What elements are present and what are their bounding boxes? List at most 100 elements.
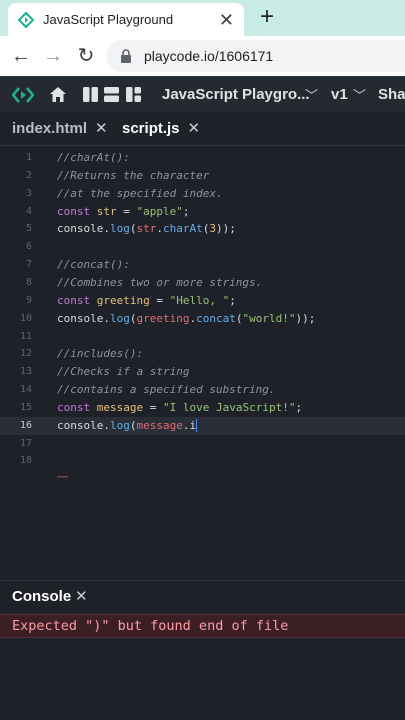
line-number: 7 (25, 259, 32, 271)
line-number: 1 (25, 152, 32, 163)
code-line[interactable]: 9 const greeting = "Hello, "; (0, 292, 405, 310)
code-token: const (57, 293, 97, 307)
code-editor[interactable]: ﹏ 1//charAt(): 2//Returns the character 3/… (0, 146, 405, 580)
code-line[interactable]: 1 //charAt(): (0, 149, 405, 167)
code-token: message (96, 400, 144, 414)
code-text: const str = "apple"; (57, 203, 189, 221)
line-number: 13 (19, 366, 32, 378)
app-header: JavaScript Playgro... ﹀ v1 ﹀ Sha (0, 76, 405, 112)
line-number: 3 (25, 187, 32, 199)
code-token: 3 (209, 222, 216, 236)
layout-columns-icon[interactable] (83, 87, 98, 102)
code-line[interactable]: 12 //includes(): (0, 345, 405, 363)
layout-split-icon[interactable] (126, 87, 141, 102)
code-line[interactable]: 2 //Returns the character (0, 167, 405, 185)
code-token: )); (215, 222, 236, 236)
code-line[interactable]: 7 //concat(): (0, 256, 405, 274)
version-selector[interactable]: v1 (331, 86, 348, 103)
text-cursor (196, 419, 198, 433)
code-token: greeting (96, 293, 150, 307)
code-token: = (149, 293, 170, 307)
code-text: //at the specified index. (57, 185, 223, 203)
playcode-logo-icon[interactable] (12, 85, 34, 105)
browser-tab[interactable]: JavaScript Playground ✕ (8, 3, 244, 36)
forward-arrow-icon[interactable]: → (40, 43, 66, 69)
code-line[interactable]: 13 //Checks if a string (0, 363, 405, 381)
code-token: str (136, 222, 157, 236)
code-text: console.log(message.i (57, 417, 198, 435)
code-token: log (109, 222, 130, 236)
line-number: 2 (25, 169, 32, 181)
address-bar: ← → ↻ playcode.io/1606171 (0, 36, 405, 76)
reload-icon[interactable]: ↻ (73, 43, 99, 69)
file-tabs: index.html ✕ script.js ✕ (0, 112, 405, 146)
browser-tab-strip: JavaScript Playground ✕ + (0, 0, 405, 36)
code-line[interactable]: 6 (0, 238, 405, 256)
code-token: )); (295, 311, 316, 325)
code-line[interactable]: 3 //at the specified index. (0, 185, 405, 203)
code-text: //concat(): (57, 256, 130, 274)
line-number: 9 (25, 294, 32, 306)
line-number: 12 (19, 348, 32, 360)
url-field[interactable]: playcode.io/1606171 (106, 40, 405, 72)
code-line[interactable]: 5 console.log(str.charAt(3)); (0, 220, 405, 238)
new-tab-icon[interactable]: + (256, 4, 278, 30)
code-text: //Checks if a string (57, 363, 189, 381)
code-line[interactable]: 17 (0, 435, 405, 453)
code-text: //Combines two or more strings. (57, 274, 262, 292)
code-token: "world!" (242, 311, 296, 325)
code-line[interactable]: 18 (0, 452, 405, 470)
close-icon[interactable]: ✕ (188, 120, 201, 137)
home-icon[interactable] (49, 86, 67, 103)
code-token: ; (295, 400, 303, 414)
code-line[interactable]: 15 const message = "I love JavaScript!"; (0, 399, 405, 417)
line-number: 18 (19, 455, 32, 467)
code-line[interactable]: 16 console.log(message.i (0, 416, 405, 435)
code-token: ; (229, 293, 236, 307)
layout-rows-icon[interactable] (104, 87, 119, 102)
code-text: const greeting = "Hello, "; (57, 292, 236, 310)
console-title[interactable]: Console (12, 588, 71, 605)
code-text: const message = "I love JavaScript!"; (57, 399, 302, 417)
code-line[interactable]: 4 const str = "apple"; (0, 203, 405, 221)
line-number: 4 (25, 205, 32, 217)
file-tab-script-js[interactable]: script.js ✕ (122, 119, 200, 137)
console-error-message: Expected ")" but found end of file (12, 618, 289, 634)
chevron-down-icon[interactable]: ﹀ (353, 85, 366, 104)
code-token: "I love JavaScript!" (162, 400, 296, 414)
file-tab-index-html[interactable]: index.html ✕ (12, 119, 108, 137)
code-token: console. (57, 418, 110, 432)
file-tab-label: index.html (12, 120, 88, 137)
close-icon[interactable]: ✕ (75, 587, 88, 605)
line-number: 8 (25, 276, 32, 288)
code-text: //charAt(): (57, 149, 130, 167)
code-line[interactable]: 10 console.log(greeting.concat("world!"))… (0, 310, 405, 328)
line-number: 15 (19, 401, 32, 413)
code-token: console. (57, 311, 110, 325)
code-text: //includes(): (57, 345, 143, 363)
code-token: . (156, 222, 163, 236)
code-token: "apple" (136, 204, 183, 218)
console-header: Console ✕ (0, 580, 405, 614)
line-number: 6 (25, 241, 32, 253)
close-icon[interactable]: ✕ (95, 120, 108, 137)
code-token: log (109, 418, 130, 432)
url-text: playcode.io/1606171 (144, 48, 274, 64)
code-token: = (143, 400, 163, 414)
code-line[interactable]: 11 (0, 328, 405, 346)
close-tab-icon[interactable]: ✕ (219, 11, 234, 29)
code-token: //Combines two or more strings. (57, 275, 263, 289)
code-token: log (109, 311, 130, 325)
share-button[interactable]: Sha (378, 86, 405, 103)
code-line[interactable]: 14 //contains a specified substring. (0, 381, 405, 399)
code-line[interactable]: 8 //Combines two or more strings. (0, 274, 405, 292)
line-number: 17 (19, 437, 32, 449)
code-text: //Returns the character (57, 167, 209, 185)
code-token: //at the specified index. (57, 186, 223, 200)
back-arrow-icon[interactable]: ← (8, 43, 34, 69)
project-title[interactable]: JavaScript Playgro... (162, 86, 310, 103)
chevron-down-icon[interactable]: ﹀ (305, 85, 318, 104)
code-token: console. (57, 222, 110, 236)
line-number: 10 (19, 312, 32, 324)
code-token: "Hello, " (169, 293, 230, 307)
